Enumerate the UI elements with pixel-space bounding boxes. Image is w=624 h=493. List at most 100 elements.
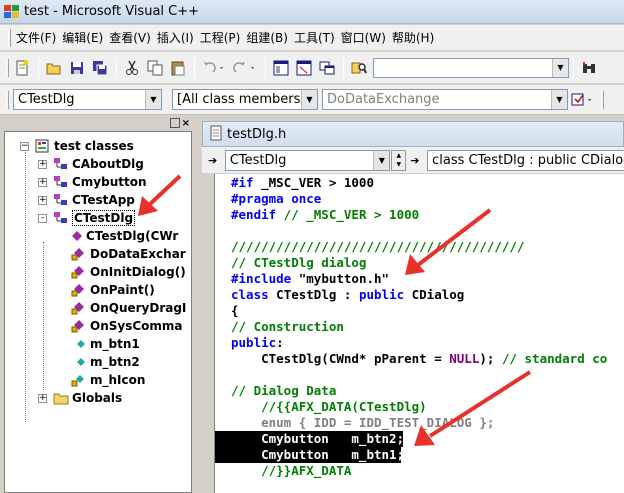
expand-icon[interactable]: + (38, 177, 47, 187)
output-window-icon (296, 60, 312, 75)
protected-method-icon (71, 319, 87, 333)
menu-insert[interactable]: 插入(I) (154, 29, 197, 46)
code-token: #endif (231, 207, 277, 222)
wizardbar-grip-2[interactable] (601, 90, 604, 109)
tree-item-onpaint[interactable]: OnPaint() (71, 281, 155, 299)
class-icon (53, 193, 69, 207)
chevron-down-icon[interactable]: ▼ (301, 90, 317, 109)
tree-label: OnPaint() (90, 283, 155, 297)
chevron-down-icon[interactable]: ▼ (551, 90, 567, 109)
tree-item-constructor[interactable]: CTestDlg(CWr (71, 227, 178, 245)
wizard-action-icon (571, 93, 591, 105)
tree-item-ctestapp[interactable]: + CTestApp (38, 191, 135, 209)
collapse-icon[interactable]: − (20, 141, 29, 151)
find-in-files-button[interactable] (348, 57, 370, 79)
protected-method-icon (71, 301, 87, 315)
menu-project[interactable]: 工程(P) (197, 29, 244, 46)
wizard-bar: CTestDlg ▼ [All class members] ▼ DoDataE… (0, 85, 624, 115)
code-line-selected: Cmybutton m_btn1; (215, 447, 404, 463)
new-file-button[interactable] (11, 57, 33, 79)
tree-item-onsyscommand[interactable]: OnSysComma (71, 317, 183, 335)
save-all-button[interactable] (89, 57, 111, 79)
tree-root[interactable]: − test classes (20, 137, 134, 155)
menu-file[interactable]: 文件(F) (13, 29, 59, 46)
tree-item-globals[interactable]: + Globals (38, 389, 122, 407)
document-title: testDlg.h (227, 126, 287, 142)
class-icon (53, 175, 69, 189)
undo-button[interactable] (199, 57, 229, 79)
menu-window[interactable]: 窗口(W) (338, 29, 389, 46)
menu-tools[interactable]: 工具(T) (291, 29, 338, 46)
class-tree: − test classes + CAboutDlg + Cmybutton +… (4, 131, 192, 493)
tree-item-m-btn1[interactable]: m_btn1 (75, 335, 140, 353)
output-button[interactable] (293, 57, 315, 79)
tree-item-m-hicon[interactable]: m_hIcon (71, 371, 145, 389)
tree-item-cabout[interactable]: + CAboutDlg (38, 155, 144, 173)
chevron-down-icon[interactable]: ▼ (145, 90, 161, 109)
menu-edit[interactable]: 编辑(E) (59, 29, 106, 46)
code-token: ); (479, 351, 502, 366)
window-list-button[interactable] (316, 57, 338, 79)
find-combo[interactable]: ▼ (373, 57, 569, 78)
close-icon[interactable]: × (182, 118, 190, 129)
collapse-icon[interactable]: - (38, 213, 47, 223)
tree-item-cmybutton[interactable]: + Cmybutton (38, 173, 147, 191)
class-icon (53, 211, 69, 225)
expand-icon[interactable]: + (38, 159, 47, 169)
toolbar-grip[interactable] (6, 58, 9, 77)
code-line: //}}AFX_DATA (231, 463, 352, 478)
undo-icon (204, 61, 223, 73)
redo-button[interactable] (230, 57, 260, 79)
code-token: CTestDlg : (268, 287, 359, 302)
menu-help[interactable]: 帮助(H) (389, 29, 437, 46)
code-editor[interactable]: #if _MSC_VER > 1000 #pragma once #endif … (214, 174, 624, 493)
workspace-pane: × − test classes + CAboutDlg + Cmybutton… (2, 117, 194, 493)
expand-icon[interactable]: + (38, 393, 47, 403)
scope-combo[interactable]: CTestDlg ▼ (224, 149, 391, 171)
code-token: #include (231, 271, 292, 286)
tree-item-oninitdialog[interactable]: OnInitDialog() (71, 263, 186, 281)
declaration-combo[interactable]: class CTestDlg : public CDialog (427, 149, 624, 171)
window-title: test - Microsoft Visual C++ (24, 4, 200, 19)
chevron-down-icon[interactable]: ▼ (552, 58, 568, 77)
toolbar-separator (116, 57, 117, 78)
code-token: public (358, 287, 405, 302)
code-token: "mybutton.h" (291, 271, 390, 286)
save-all-icon (93, 60, 108, 75)
code-line: //{{AFX_DATA(CTestDlg) (231, 399, 427, 414)
tree-item-ctestdlg[interactable]: - CTestDlg (38, 209, 136, 227)
go-arrow-icon[interactable]: ➔ (410, 154, 425, 167)
scope-spinner[interactable]: ▲ ▼ (391, 149, 407, 171)
member-combo[interactable]: DoDataExchange ▼ (322, 89, 568, 110)
app-icon (4, 4, 20, 19)
workspace-button[interactable] (270, 57, 292, 79)
wizard-action-button[interactable] (570, 89, 598, 111)
tree-label: OnQueryDragI (90, 301, 187, 315)
expand-icon[interactable]: + (38, 195, 47, 205)
menu-view[interactable]: 查看(V) (106, 29, 154, 46)
menu-build[interactable]: 组建(B) (243, 29, 291, 46)
code-line: // CTestDlg dialog (231, 255, 367, 270)
protected-method-icon (71, 283, 87, 297)
class-icon (53, 157, 69, 171)
save-button[interactable] (66, 57, 88, 79)
workspace-icon (273, 60, 289, 75)
code-token: : (276, 335, 284, 350)
find-button[interactable] (578, 57, 600, 79)
menu-grip[interactable] (8, 28, 11, 47)
class-combo[interactable]: CTestDlg ▼ (13, 89, 162, 110)
window-list-icon (319, 61, 335, 74)
go-arrow-icon[interactable]: ➔ (208, 154, 223, 167)
code-line: enum { IDD = IDD_TEST_DIALOG }; (231, 415, 495, 430)
tree-item-m-btn2[interactable]: m_btn2 (75, 353, 140, 371)
chevron-down-icon[interactable]: ▼ (373, 150, 390, 170)
cut-button[interactable] (121, 57, 143, 79)
open-button[interactable] (43, 57, 65, 79)
tree-item-dodataexchange[interactable]: DoDataExchar (71, 245, 186, 263)
tree-item-onquerydragicon[interactable]: OnQueryDragI (71, 299, 186, 317)
filter-combo[interactable]: [All class members] ▼ (172, 89, 318, 110)
paste-button[interactable] (167, 57, 189, 79)
wizardbar-grip[interactable] (6, 90, 9, 109)
restore-icon[interactable] (169, 118, 180, 128)
copy-button[interactable] (144, 57, 166, 79)
